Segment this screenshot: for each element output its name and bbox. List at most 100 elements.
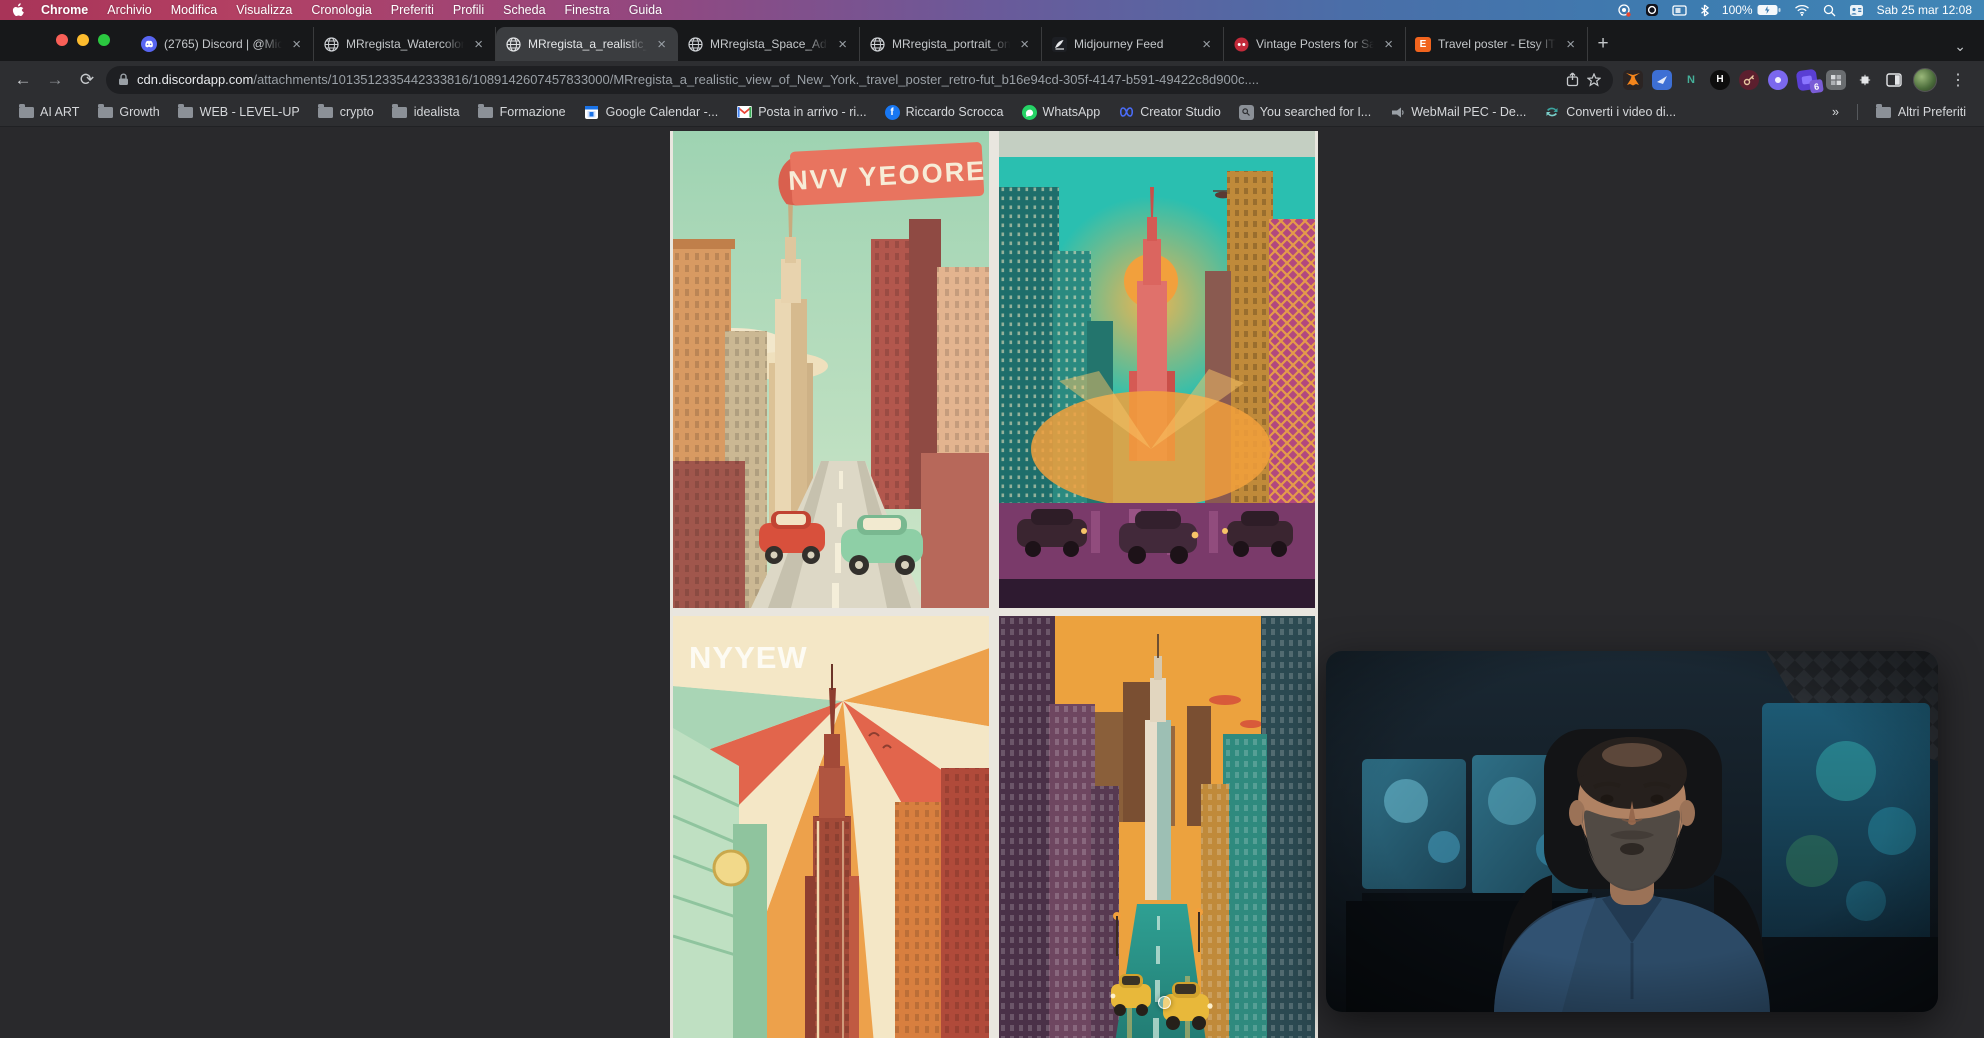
menu-preferiti[interactable]: Preferiti (391, 3, 434, 17)
webmail-favicon (1389, 104, 1405, 120)
gmail-favicon (736, 104, 752, 120)
bookmarks-right: » Altri Preferiti (1824, 101, 1974, 123)
bookmark-you-searched[interactable]: You searched for I... (1231, 102, 1379, 123)
menubar-clock[interactable]: Sab 25 mar 12:08 (1877, 3, 1972, 17)
tab-close-icon[interactable]: × (1199, 36, 1214, 53)
bookmarks-bar: AI ART Growth WEB - LEVEL-UP crypto idea… (0, 98, 1984, 127)
bookmark-google-calendar[interactable]: Google Calendar -... (576, 101, 727, 123)
new-tab-button[interactable]: + (1588, 27, 1618, 61)
bookmark-converti-video[interactable]: Converti i video di... (1536, 101, 1684, 123)
bookmarks-overflow-button[interactable]: » (1824, 102, 1847, 122)
metamask-extension-icon[interactable] (1623, 70, 1643, 90)
close-window-button[interactable] (56, 34, 68, 46)
bookmark-crypto[interactable]: crypto (310, 101, 382, 123)
tab-close-icon[interactable]: × (654, 36, 669, 53)
bookmark-facebook[interactable]: f Riccardo Scrocca (877, 102, 1012, 123)
menu-scheda[interactable]: Scheda (503, 3, 545, 17)
tab-close-icon[interactable]: × (471, 36, 486, 53)
menu-profili[interactable]: Profili (453, 3, 484, 17)
bookmark-formazione[interactable]: Formazione (470, 101, 574, 123)
menu-guida[interactable]: Guida (629, 3, 662, 17)
battery-status[interactable]: 100% (1722, 3, 1781, 17)
bookmark-whatsapp[interactable]: WhatsApp (1014, 102, 1109, 123)
screen: Chrome Archivio Modifica Visualizza Cron… (0, 0, 1984, 1038)
minimize-window-button[interactable] (77, 34, 89, 46)
bookmark-webmail-pec[interactable]: WebMail PEC - De... (1381, 101, 1534, 123)
tab-search-chevron-icon[interactable]: ⌄ (1954, 38, 1966, 55)
screen-record-icon[interactable] (1617, 4, 1632, 17)
menu-chrome[interactable]: Chrome (41, 3, 88, 17)
blue-extension-icon[interactable] (1652, 70, 1672, 90)
share-icon[interactable] (1566, 72, 1579, 87)
tab-etsy[interactable]: E Travel poster - Etsy IT × (1406, 27, 1588, 61)
tab-label: Travel poster - Etsy IT (1438, 37, 1556, 51)
bookmark-ai-art[interactable]: AI ART (10, 101, 87, 123)
tab-vintage-posters[interactable]: Vintage Posters for Sale | × (1224, 27, 1406, 61)
folder-icon (318, 104, 334, 120)
bookmark-label: Riccardo Scrocca (906, 105, 1004, 119)
profile-avatar[interactable] (1913, 68, 1937, 92)
tab-discord[interactable]: (2765) Discord | @Midjou × (132, 27, 314, 61)
tab-close-icon[interactable]: × (835, 36, 850, 53)
wifi-icon[interactable] (1794, 4, 1810, 16)
user-switch-icon[interactable] (1849, 4, 1864, 17)
folder-icon (1876, 104, 1892, 120)
menu-modifica[interactable]: Modifica (171, 3, 218, 17)
tab-portrait[interactable]: MRregista_portrait_on_a_ × (860, 27, 1042, 61)
forward-button[interactable]: → (42, 67, 68, 93)
bookmark-label: Google Calendar -... (606, 105, 719, 119)
tab-close-icon[interactable]: × (1017, 36, 1032, 53)
bookmark-growth[interactable]: Growth (89, 101, 167, 123)
globe-favicon (505, 36, 521, 52)
bookmark-star-icon[interactable] (1587, 73, 1601, 87)
key-extension-icon[interactable] (1739, 70, 1759, 90)
poster-bottom-right (999, 616, 1315, 1038)
bluetooth-icon[interactable] (1700, 4, 1709, 17)
tab-strip: (2765) Discord | @Midjou × MRregista_Wat… (0, 20, 1984, 61)
purple-badge-extension-icon[interactable]: 6 (1796, 68, 1819, 91)
h-extension-icon[interactable]: H (1710, 70, 1730, 90)
extension-badge: 6 (1809, 78, 1824, 93)
menu-cronologia[interactable]: Cronologia (311, 3, 371, 17)
tab-close-icon[interactable]: × (1563, 36, 1578, 53)
menu-archivio[interactable]: Archivio (107, 3, 151, 17)
zoom-window-button[interactable] (98, 34, 110, 46)
spotlight-search-icon[interactable] (1823, 4, 1836, 17)
reload-button[interactable]: ⟳ (74, 67, 100, 93)
menu-items: Chrome Archivio Modifica Visualizza Cron… (41, 3, 662, 17)
browser-menu-icon[interactable]: ⋮ (1946, 70, 1970, 90)
url-bar[interactable]: cdn.discordapp.com/attachments/101351233… (106, 66, 1613, 94)
bookmark-label: crypto (340, 105, 374, 119)
menu-visualizza[interactable]: Visualizza (236, 3, 292, 17)
poster-top-left: NVV YEOORE (673, 131, 989, 608)
tab-space-adventure[interactable]: MRregista_Space_Advent × (678, 27, 860, 61)
extensions-puzzle-icon[interactable] (1855, 70, 1875, 90)
bookmark-label: WhatsApp (1043, 105, 1101, 119)
menu-finestra[interactable]: Finestra (565, 3, 610, 17)
bookmark-web-level-up[interactable]: WEB - LEVEL-UP (170, 101, 308, 123)
display-icon[interactable] (1672, 4, 1687, 17)
tab-watercolor[interactable]: MRregista_Watercolor_Pa × (314, 27, 496, 61)
page-content: NVV YEOORE (0, 127, 1984, 1038)
facebook-favicon: f (885, 105, 900, 120)
purple-extension-icon[interactable] (1768, 70, 1788, 90)
midjourney-image-grid[interactable]: NVV YEOORE (670, 131, 1318, 1038)
bookmark-idealista[interactable]: idealista (384, 101, 468, 123)
tab-realistic-view-active[interactable]: MRregista_a_realistic_vie × (496, 27, 678, 61)
notion-extension-icon[interactable]: N (1681, 70, 1701, 90)
apple-menu-icon[interactable] (12, 3, 25, 18)
globe-favicon (869, 36, 885, 52)
side-panel-icon[interactable] (1884, 70, 1904, 90)
tab-midjourney-feed[interactable]: Midjourney Feed × (1042, 27, 1224, 61)
bookmark-gmail[interactable]: Posta in arrivo - ri... (728, 101, 874, 123)
bookmark-creator-studio[interactable]: Creator Studio (1110, 101, 1229, 123)
battery-icon (1757, 4, 1781, 16)
tab-close-icon[interactable]: × (1381, 36, 1396, 53)
onepassword-icon[interactable] (1645, 3, 1659, 17)
tab-close-icon[interactable]: × (289, 36, 304, 53)
other-bookmarks-folder[interactable]: Altri Preferiti (1868, 101, 1974, 123)
folder-icon (97, 104, 113, 120)
discord-favicon (141, 36, 157, 52)
grid-extension-icon[interactable] (1826, 70, 1846, 90)
back-button[interactable]: ← (10, 67, 36, 93)
